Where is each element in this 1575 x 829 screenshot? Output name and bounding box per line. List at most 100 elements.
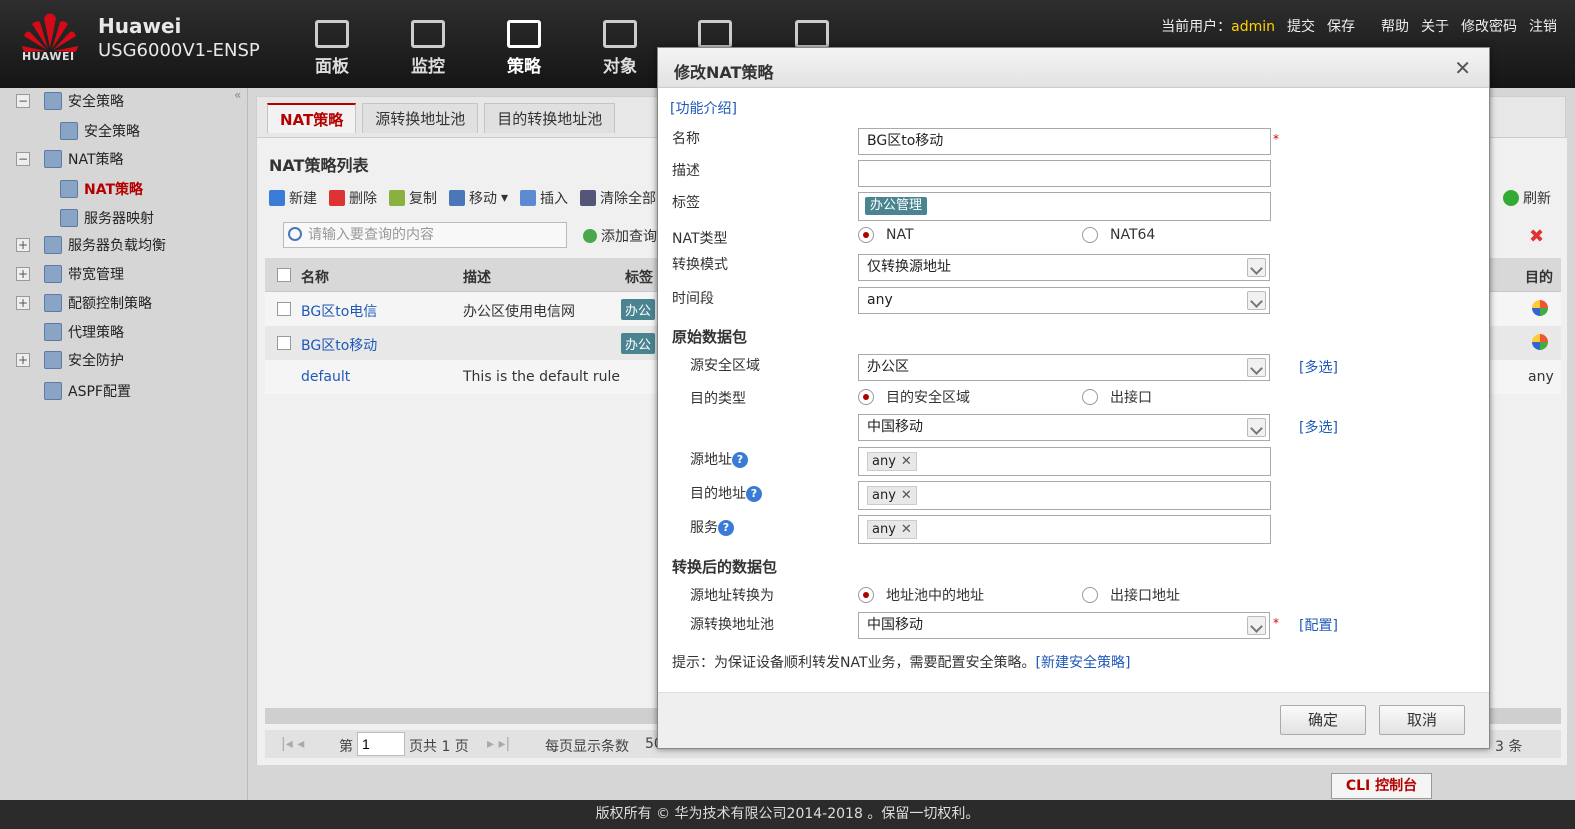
tag-input[interactable]: 办公管理 bbox=[858, 192, 1271, 221]
src-pool-select[interactable]: 中国移动 bbox=[858, 612, 1270, 639]
config-pool-link[interactable]: [配置] bbox=[1299, 615, 1338, 635]
sidebar-item-protection[interactable]: + 安全防护 bbox=[16, 349, 124, 371]
help-link[interactable]: 帮助 bbox=[1381, 16, 1409, 36]
remove-icon[interactable]: ✕ bbox=[901, 488, 912, 503]
dst-addr-input[interactable]: any ✕ bbox=[858, 481, 1271, 510]
select-all-checkbox[interactable] bbox=[277, 268, 291, 282]
rule-desc: This is the default rule bbox=[463, 369, 620, 385]
sidebar-item-proxy[interactable]: 代理策略 bbox=[44, 321, 124, 343]
add-query-button[interactable]: 添加查询 bbox=[583, 226, 657, 246]
page-input[interactable] bbox=[357, 732, 405, 756]
clear-all-button[interactable]: 清除全部 bbox=[580, 188, 656, 208]
about-link[interactable]: 关于 bbox=[1421, 16, 1449, 36]
nav-policy[interactable]: 策略 bbox=[489, 20, 559, 77]
new-security-policy-link[interactable]: [新建安全策略] bbox=[1036, 655, 1131, 671]
delete-button[interactable]: 删除 bbox=[329, 188, 377, 208]
first-page-icon[interactable]: |◂ ◂ bbox=[281, 736, 304, 752]
src-zone-multi-select-link[interactable]: [多选] bbox=[1299, 357, 1338, 377]
user-bar: 当前用户：admin 提交 保存 帮助 关于 修改密码 注销 bbox=[1161, 16, 1557, 36]
rule-name-link[interactable]: BG区to电信 bbox=[301, 301, 377, 321]
sidebar-item-server-mapping[interactable]: 服务器映射 bbox=[60, 207, 154, 229]
name-input[interactable]: BG区to移动 bbox=[858, 128, 1271, 155]
close-filter-icon[interactable]: ✖ bbox=[1529, 226, 1544, 247]
column-desc[interactable]: 描述 bbox=[463, 267, 491, 287]
dashboard-icon bbox=[315, 20, 349, 48]
row-checkbox[interactable] bbox=[277, 336, 291, 350]
expand-icon[interactable]: + bbox=[16, 353, 30, 367]
src-addr-label: 源地址? bbox=[690, 449, 748, 469]
chevron-down-icon[interactable] bbox=[1247, 358, 1266, 377]
cancel-button[interactable]: 取消 bbox=[1379, 705, 1465, 735]
remove-icon[interactable]: ✕ bbox=[901, 522, 912, 537]
page-total: 页共 1 页 bbox=[409, 739, 469, 755]
nat64-radio[interactable]: NAT64 bbox=[1082, 227, 1155, 243]
chevron-down-icon[interactable] bbox=[1247, 616, 1266, 635]
search-input[interactable]: 请输入要查询的内容 bbox=[283, 222, 567, 248]
schedule-select[interactable]: any bbox=[858, 287, 1270, 314]
sidebar-collapse-icon[interactable]: « bbox=[234, 88, 241, 102]
nat-radio[interactable]: NAT bbox=[858, 227, 914, 243]
expand-icon[interactable]: + bbox=[16, 238, 30, 252]
collapse-icon[interactable]: − bbox=[16, 94, 30, 108]
pool-address-radio[interactable]: 地址池中的地址 bbox=[858, 585, 984, 605]
help-icon[interactable]: ? bbox=[718, 520, 734, 536]
tag-chip[interactable]: 办公管理 bbox=[865, 197, 928, 215]
dst-zone-radio[interactable]: 目的安全区域 bbox=[858, 387, 970, 407]
service-input[interactable]: any ✕ bbox=[858, 515, 1271, 544]
save-link[interactable]: 保存 bbox=[1327, 16, 1355, 36]
sidebar-item-nat-group[interactable]: − NAT策略 bbox=[16, 148, 124, 170]
remove-icon[interactable]: ✕ bbox=[901, 454, 912, 469]
row-checkbox[interactable] bbox=[277, 302, 291, 316]
src-addr-input[interactable]: any ✕ bbox=[858, 447, 1271, 476]
sidebar-item-security-policy[interactable]: 安全策略 bbox=[60, 120, 140, 142]
nav-dashboard[interactable]: 面板 bbox=[297, 20, 367, 77]
feature-intro-link[interactable]: [功能介绍] bbox=[670, 98, 737, 118]
egress-address-radio[interactable]: 出接口地址 bbox=[1082, 585, 1180, 605]
nat-icon bbox=[44, 150, 62, 168]
desc-input[interactable] bbox=[858, 160, 1271, 187]
expand-icon[interactable]: + bbox=[16, 296, 30, 310]
chevron-down-icon[interactable] bbox=[1247, 258, 1266, 277]
rule-name-link[interactable]: BG区to移动 bbox=[301, 335, 377, 355]
egress-interface-radio[interactable]: 出接口 bbox=[1082, 387, 1152, 407]
rule-name-link[interactable]: default bbox=[301, 369, 350, 385]
column-dest[interactable]: 目的 bbox=[1525, 267, 1553, 287]
collapse-icon[interactable]: − bbox=[16, 152, 30, 166]
sidebar-item-aspf[interactable]: ASPF配置 bbox=[44, 380, 131, 402]
dst-zone-select[interactable]: 中国移动 bbox=[858, 414, 1270, 441]
column-tag[interactable]: 标签 bbox=[625, 267, 653, 287]
refresh-button[interactable]: 刷新 bbox=[1503, 188, 1551, 208]
sidebar-item-quota[interactable]: + 配额控制策略 bbox=[16, 292, 152, 314]
column-name[interactable]: 名称 bbox=[301, 267, 329, 287]
chevron-down-icon[interactable] bbox=[1247, 418, 1266, 437]
help-icon[interactable]: ? bbox=[732, 452, 748, 468]
commit-link[interactable]: 提交 bbox=[1287, 16, 1315, 36]
next-page-icon[interactable]: ▸ ▸| bbox=[487, 736, 510, 752]
sidebar-item-nat-policy[interactable]: NAT策略 bbox=[60, 178, 143, 200]
dst-zone-multi-select-link[interactable]: [多选] bbox=[1299, 417, 1338, 437]
close-icon[interactable]: ✕ bbox=[1454, 56, 1471, 80]
sidebar-item-server-lb[interactable]: + 服务器负载均衡 bbox=[16, 234, 166, 256]
help-icon[interactable]: ? bbox=[746, 486, 762, 502]
copy-button[interactable]: 复制 bbox=[389, 188, 437, 208]
change-password-link[interactable]: 修改密码 bbox=[1461, 16, 1517, 36]
sidebar-item-security-policy-group[interactable]: − 安全策略 bbox=[16, 90, 124, 112]
tab-dest-pool[interactable]: 目的转换地址池 bbox=[484, 103, 616, 133]
chevron-down-icon[interactable] bbox=[1247, 291, 1266, 310]
tab-nat-policy[interactable]: NAT策略 bbox=[267, 103, 357, 133]
nav-object[interactable]: 对象 bbox=[585, 20, 655, 77]
zone-icon bbox=[1532, 334, 1548, 350]
new-button[interactable]: 新建 bbox=[269, 188, 317, 208]
required-marker: * bbox=[1273, 616, 1279, 630]
cli-console-button[interactable]: CLI 控制台 bbox=[1331, 773, 1432, 799]
tab-source-pool[interactable]: 源转换地址池 bbox=[362, 103, 479, 133]
insert-button[interactable]: 插入 bbox=[520, 188, 568, 208]
mode-select[interactable]: 仅转换源地址 bbox=[858, 254, 1270, 281]
ok-button[interactable]: 确定 bbox=[1280, 705, 1366, 735]
move-button[interactable]: 移动 ▾ bbox=[449, 188, 508, 208]
logout-link[interactable]: 注销 bbox=[1529, 16, 1557, 36]
expand-icon[interactable]: + bbox=[16, 267, 30, 281]
sidebar-item-bandwidth[interactable]: + 带宽管理 bbox=[16, 263, 124, 285]
nav-monitor[interactable]: 监控 bbox=[393, 20, 463, 77]
src-zone-select[interactable]: 办公区 bbox=[858, 354, 1270, 381]
